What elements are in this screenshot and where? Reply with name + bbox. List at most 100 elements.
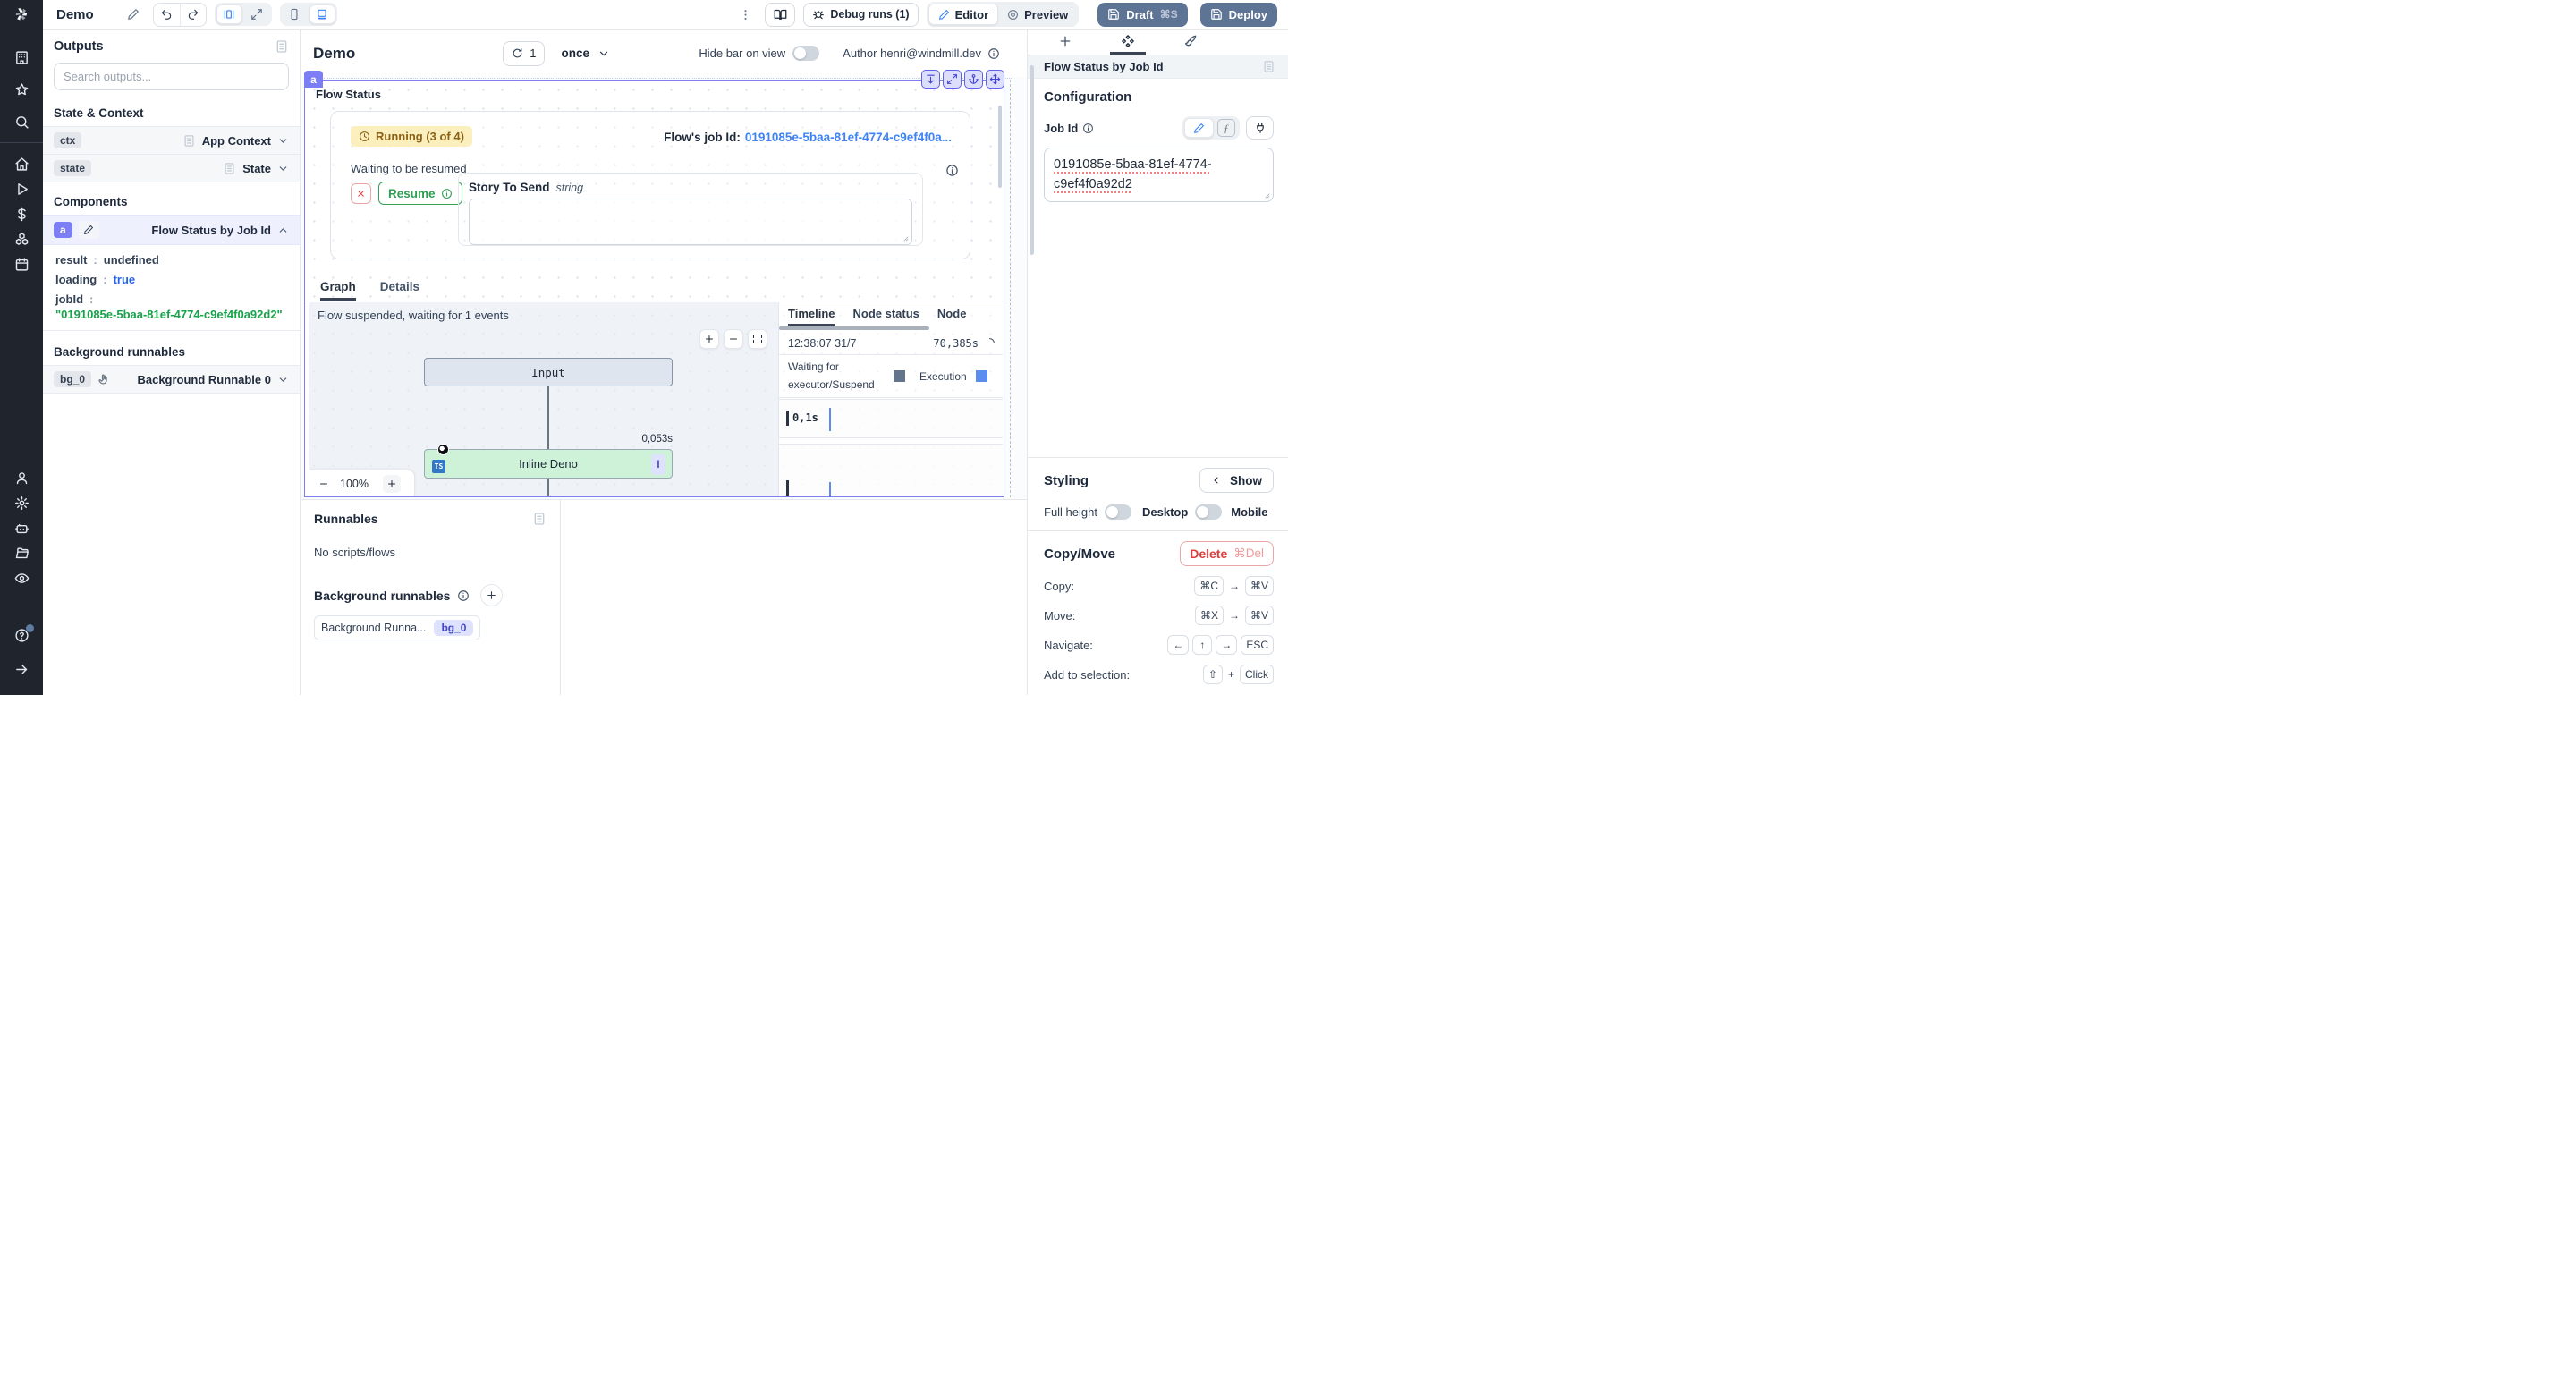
- kbd-click: Click: [1240, 665, 1274, 684]
- tab-graph[interactable]: Graph: [320, 280, 356, 301]
- zoom-out-icon[interactable]: [318, 479, 329, 489]
- component-a-row[interactable]: a Flow Status by Job Id: [43, 215, 300, 245]
- graph-node-inline-deno[interactable]: TS Inline Deno I: [424, 449, 673, 479]
- help-icon[interactable]: [14, 627, 30, 643]
- edit-id-icon[interactable]: [79, 221, 99, 239]
- chevron-down-icon[interactable]: [277, 374, 289, 386]
- kbd-shift: ⇧: [1203, 665, 1223, 684]
- undo-button[interactable]: [154, 4, 180, 26]
- job-id-input[interactable]: 0191085e-5baa-81ef-4774-c9ef4f0a92d2: [1044, 148, 1274, 202]
- centered-layout-button[interactable]: [216, 4, 242, 24]
- full-height-toggle[interactable]: [1105, 504, 1131, 520]
- deploy-button[interactable]: Deploy: [1200, 3, 1277, 27]
- insert-component-tab[interactable]: [1047, 30, 1083, 55]
- flow-graph-pane[interactable]: Flow suspended, waiting for 1 events Inp…: [309, 302, 778, 496]
- rename-app-icon[interactable]: [122, 4, 145, 25]
- settings-gear-icon[interactable]: [14, 495, 30, 511]
- eval-mode-button[interactable]: ƒ: [1217, 119, 1235, 137]
- hide-bar-toggle[interactable]: [792, 46, 819, 61]
- mobile-view-button[interactable]: [282, 4, 308, 24]
- timeline-scrollbar[interactable]: [779, 326, 929, 330]
- chevron-down-icon[interactable]: [277, 163, 289, 174]
- folders-icon[interactable]: [14, 545, 30, 561]
- search-icon[interactable]: [14, 114, 30, 130]
- info-icon[interactable]: [987, 47, 1000, 60]
- windmill-logo[interactable]: [0, 0, 43, 30]
- component-move-button[interactable]: [986, 70, 1004, 89]
- panel-doc-icon[interactable]: [275, 39, 289, 54]
- more-menu-button[interactable]: [733, 4, 757, 25]
- docs-button[interactable]: [765, 3, 795, 27]
- timeline-row-2[interactable]: ​: [779, 444, 1003, 496]
- selected-component-tab[interactable]: a: [304, 71, 323, 88]
- schedule-dropdown[interactable]: once: [561, 47, 610, 60]
- resources-icon[interactable]: [14, 231, 30, 247]
- graph-zoom-out-button[interactable]: [724, 329, 743, 349]
- info-icon[interactable]: [457, 589, 470, 602]
- panel-doc-icon[interactable]: [532, 512, 547, 526]
- story-textarea[interactable]: [469, 199, 912, 245]
- component-expand-down-button[interactable]: [921, 70, 940, 89]
- home-icon[interactable]: [14, 156, 30, 172]
- component-settings-tab[interactable]: [1110, 30, 1146, 55]
- flow-status-header-card: Running (3 of 4) Flow's job Id:0191085e-…: [330, 111, 970, 259]
- chevron-down-icon[interactable]: [277, 135, 289, 147]
- draft-button[interactable]: Draft ⌘S: [1097, 3, 1187, 27]
- timeline-row-1[interactable]: 0,1s: [779, 399, 1003, 438]
- panel-doc-icon[interactable]: [1262, 60, 1275, 73]
- connect-input-button[interactable]: [1246, 116, 1274, 140]
- tab-node-status[interactable]: Node status: [853, 307, 919, 326]
- bg0-row[interactable]: bg_0 Background Runnable 0: [43, 365, 300, 394]
- desktop-view-button[interactable]: [309, 4, 335, 24]
- chevron-up-icon[interactable]: [277, 225, 289, 236]
- component-scrollbar[interactable]: [998, 106, 1002, 188]
- info-icon[interactable]: [1082, 123, 1094, 134]
- user-icon[interactable]: [14, 470, 30, 486]
- graph-node-input[interactable]: Input: [424, 358, 673, 386]
- flow-status-component[interactable]: Flow Status Running (3 of 4) Flow's job …: [304, 80, 1004, 497]
- graph-fullscreen-button[interactable]: [748, 329, 767, 349]
- outputs-search-input[interactable]: [64, 70, 279, 83]
- theme-tab[interactable]: [1173, 30, 1208, 55]
- preview-tab[interactable]: Preview: [998, 4, 1077, 25]
- resize-handle-icon[interactable]: [1263, 191, 1270, 199]
- graph-zoom-in-button[interactable]: [699, 329, 719, 349]
- workspace-icon[interactable]: [14, 49, 30, 65]
- add-runnable-button[interactable]: [480, 584, 503, 606]
- chevron-down-icon: [597, 47, 610, 60]
- schedules-icon[interactable]: [14, 256, 30, 272]
- device-style-toggle[interactable]: [1195, 504, 1222, 520]
- state-row[interactable]: state State: [43, 155, 300, 182]
- flow-job-id-link[interactable]: 0191085e-5baa-81ef-4774-c9ef4f0a...: [745, 131, 952, 144]
- favorites-icon[interactable]: [14, 81, 30, 97]
- audit-eye-icon[interactable]: [14, 570, 30, 586]
- collapse-rail-icon[interactable]: [14, 661, 30, 677]
- settings-scrollbar[interactable]: [1030, 65, 1034, 255]
- redo-button[interactable]: [180, 4, 206, 26]
- tab-node[interactable]: Node: [937, 307, 967, 326]
- layout-toggle-group: [215, 3, 272, 26]
- static-mode-button[interactable]: [1184, 118, 1214, 138]
- ctx-row[interactable]: ctx App Context: [43, 126, 300, 155]
- resize-handle-icon[interactable]: [902, 234, 909, 242]
- row-duration: 0,1s: [786, 411, 818, 426]
- bg-runnable-item[interactable]: Background Runna... bg_0: [314, 615, 480, 640]
- editor-tab[interactable]: Editor: [928, 4, 999, 25]
- runs-icon[interactable]: [14, 181, 30, 197]
- component-anchor-button[interactable]: [964, 70, 983, 89]
- resume-button[interactable]: Resume: [378, 182, 462, 205]
- show-styling-button[interactable]: Show: [1199, 468, 1274, 493]
- info-icon[interactable]: [945, 164, 959, 177]
- tab-timeline[interactable]: Timeline: [788, 307, 835, 326]
- app-canvas[interactable]: Flow Status Running (3 of 4) Flow's job …: [301, 77, 1027, 499]
- ai-robot-icon[interactable]: [14, 520, 30, 536]
- debug-runs-button[interactable]: Debug runs (1): [803, 3, 918, 27]
- variables-icon[interactable]: [14, 206, 30, 222]
- cancel-button[interactable]: [351, 183, 371, 204]
- tab-details[interactable]: Details: [380, 280, 419, 301]
- refresh-button[interactable]: 1: [503, 41, 545, 66]
- delete-button[interactable]: Delete ⌘Del: [1180, 541, 1274, 566]
- component-fullscreen-button[interactable]: [943, 70, 962, 89]
- zoom-in-icon[interactable]: [383, 475, 401, 493]
- expand-layout-button[interactable]: [244, 4, 270, 24]
